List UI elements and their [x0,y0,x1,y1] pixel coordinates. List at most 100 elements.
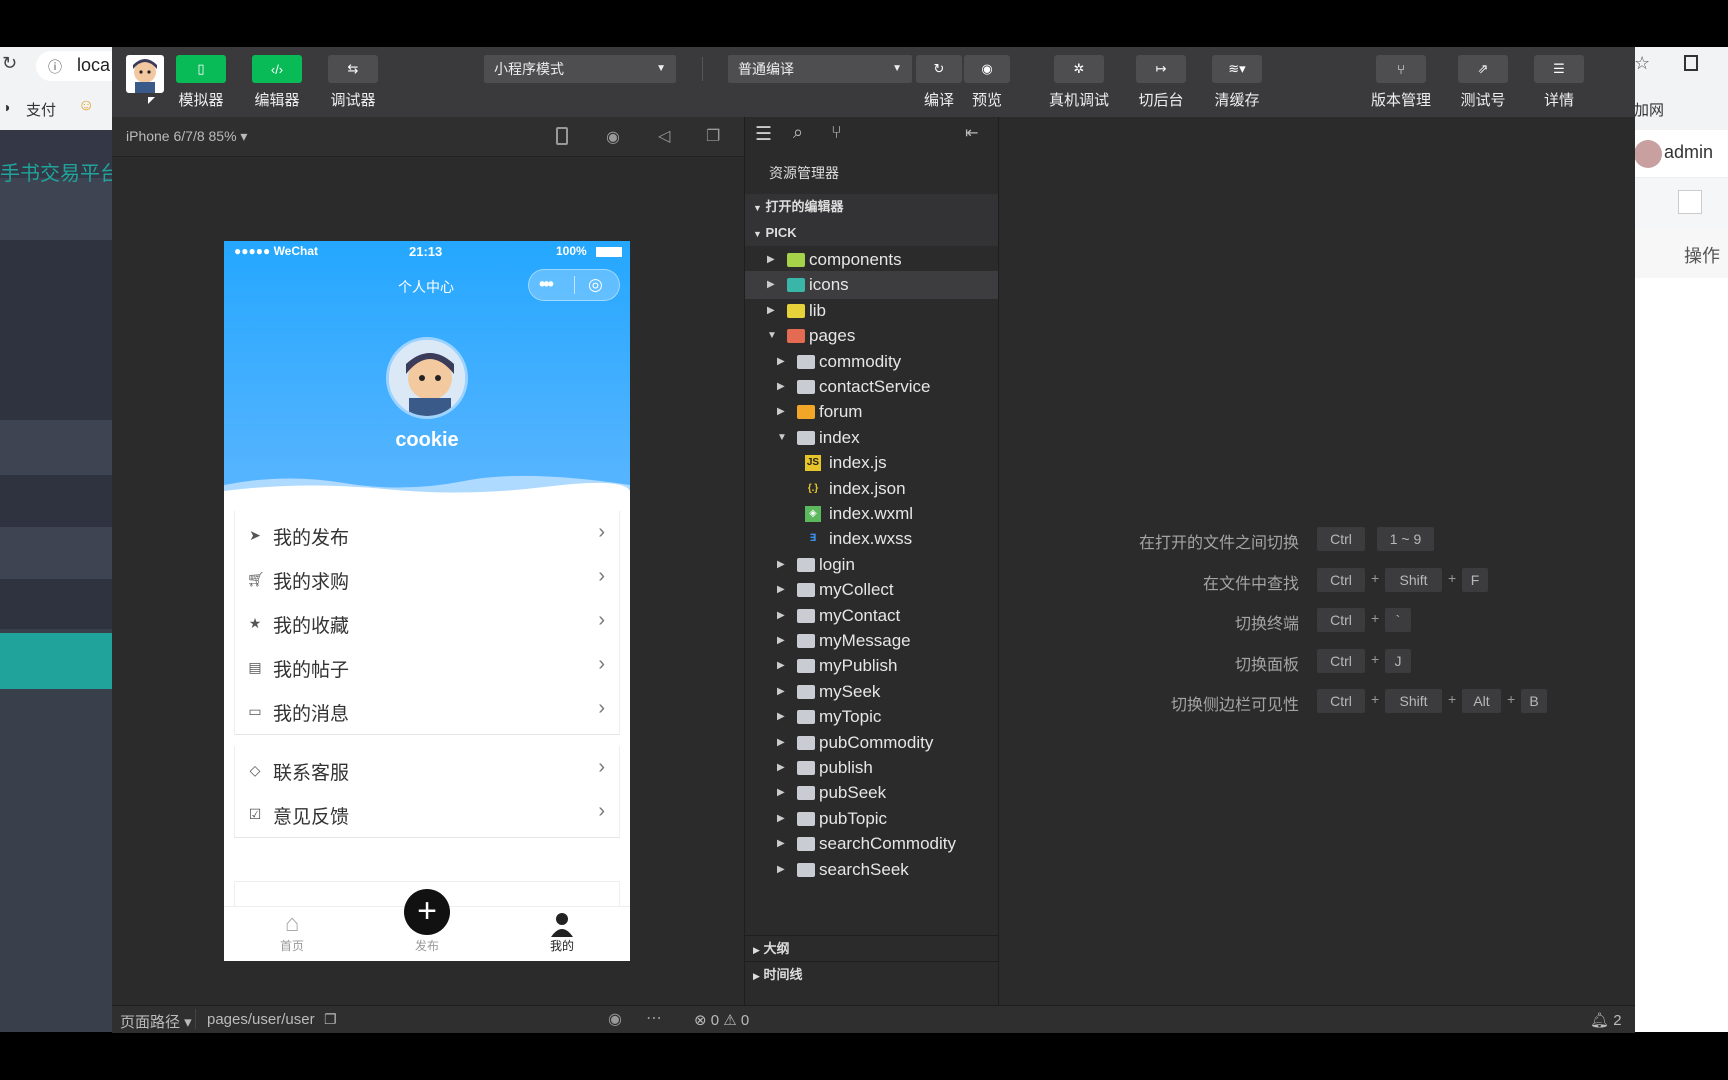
tree-item[interactable]: ▶ login [745,551,999,579]
chevron-right-icon: › [598,800,605,822]
project-section[interactable]: ▼ PICK [745,220,999,246]
menu-item[interactable]: 🛒︎ 我的求购 › [234,555,620,603]
tree-item[interactable]: {.} index.json [745,475,999,503]
collapse-sidebar-icon[interactable]: ⇤ [965,123,978,143]
tree-item[interactable]: ▶ myTopic [745,703,999,731]
tree-item[interactable]: ▶ myPublish [745,652,999,680]
menu-item[interactable]: ▭ 我的消息 › [234,687,620,735]
wxss-file-icon: ∃ [809,533,817,545]
tree-item[interactable]: ▶ myContact [745,602,999,630]
tree-item[interactable]: ▶ components [745,246,999,274]
grid-icon[interactable] [1678,190,1702,214]
menu-item[interactable]: ★ 我的收藏 › [234,599,620,647]
menu-item[interactable]: ▤ 我的帖子 › [234,643,620,691]
page-path-select[interactable]: 页面路径 ▾ [120,1011,192,1032]
tree-item[interactable]: ▶ forum [745,398,999,426]
sidebar-toggle-icon[interactable] [1684,55,1698,71]
menu-item[interactable]: ➤ 我的发布 › [234,511,620,559]
tree-item[interactable]: ▶ commodity [745,348,999,376]
notification-count: 2 [1613,1012,1622,1029]
message-icon: ▭ [248,703,262,719]
open-editors-section[interactable]: ▼ 打开的编辑器 [745,194,999,220]
list-icon[interactable]: ☰ [755,123,772,146]
real-device-debug-button[interactable]: ✲ [1054,55,1104,83]
more-icon[interactable]: ••• [539,274,554,295]
search-icon[interactable]: ⌕ [793,122,803,143]
project-label: PICK [765,225,797,240]
tree-item-label: index [819,427,860,447]
tree-item[interactable]: ◈ index.wxml [745,500,999,528]
test-account-button[interactable]: ⇗ [1458,55,1508,83]
problems-indicator[interactable]: ⊗ 0 ⚠ 0 [694,1011,749,1029]
menu-item[interactable]: ☑ 意见反馈 › [234,790,620,838]
capsule-menu: ••• ◎ [528,269,620,301]
user-avatar[interactable] [126,55,164,93]
details-button[interactable]: ☰ [1534,55,1584,83]
tree-item[interactable]: ▶ publish [745,754,999,782]
bookmark-icon[interactable]: ☺ [78,97,94,115]
publish-plus-icon[interactable]: + [404,889,450,935]
bg-sidebar-active[interactable] [0,633,112,689]
close-circle-icon[interactable]: ◎ [588,275,603,295]
editor-toggle-button[interactable]: ‹/› [252,55,302,83]
clear-cache-button[interactable]: ≋▾ [1212,55,1262,83]
mode-select[interactable]: 小程序模式 ▼ [484,55,676,83]
folder-icon [797,405,815,420]
tree-item[interactable]: ▶ pubCommodity [745,729,999,757]
device-icon[interactable] [556,127,568,145]
tree-item[interactable]: ▶ icons [745,271,999,300]
admin-avatar[interactable] [1634,140,1662,168]
volume-icon[interactable]: ◁ [658,126,670,146]
admin-name[interactable]: admin [1664,142,1713,163]
menu-item-label: 我的帖子 [273,660,350,681]
git-branch-icon[interactable]: ⑂ [831,122,842,143]
windows-icon[interactable]: ❐ [706,126,720,146]
tab-mine[interactable]: 我的 [534,911,590,961]
profile-avatar[interactable] [386,337,468,419]
tree-item[interactable]: ▼ pages [745,322,999,350]
bookmark-pay[interactable]: 支付 [26,99,56,120]
key-cap: ` [1385,608,1411,632]
status-carrier: ●●●●● WeChat [234,244,319,258]
tree-item-label: myContact [819,605,901,625]
outline-section[interactable]: ▶ 大纲 [745,935,999,961]
tree-item[interactable]: ▶ myMessage [745,627,999,655]
compile-button[interactable]: ↻ [916,55,962,83]
timeline-section[interactable]: ▶ 时间线 [745,961,999,987]
user-icon [551,913,573,937]
eye-icon[interactable]: ◉ [608,1009,622,1029]
tab-publish-label[interactable]: 发布 [399,937,455,954]
debugger-toggle-button[interactable]: ⇆ [328,55,378,83]
folder-icon [797,811,815,826]
caret-right-icon: ▶ [767,279,775,291]
details-label: 详情 [1543,92,1574,109]
tab-home[interactable]: ⌂ 首页 [264,911,320,961]
tree-item[interactable]: ▶ lib [745,297,999,325]
menu-item[interactable]: ◇ 联系客服 › [234,746,620,794]
device-select[interactable]: iPhone 6/7/8 85% ▾ [126,128,247,145]
compile-mode-select[interactable]: 普通编译 ▼ [728,55,912,83]
tree-item[interactable]: ▶ pubTopic [745,805,999,833]
tree-item[interactable]: ▶ pubSeek [745,779,999,807]
reload-icon[interactable]: ↻ [2,53,17,74]
tree-item[interactable]: ▶ myCollect [745,576,999,604]
tree-item[interactable]: ▶ mySeek [745,678,999,706]
version-button[interactable]: ⑂ [1376,55,1426,83]
tree-item[interactable]: JS index.js [745,449,999,477]
tree-item[interactable]: ∃ index.wxss [745,525,999,553]
bookmark-text[interactable]: 加网 [1634,99,1664,120]
folder-icon [797,710,815,725]
nav-title: 个人中心 [398,279,454,295]
star-bookmark-icon[interactable]: ☆ [1634,53,1650,74]
record-icon[interactable]: ◉ [606,127,620,147]
notifications[interactable]: 🔔︎ 2 [1590,1011,1622,1029]
tree-item[interactable]: ▶ searchCommodity [745,830,999,858]
simulator-toggle-button[interactable]: ▯ [176,55,226,83]
tree-item[interactable]: ▶ contactService [745,373,999,401]
more-icon[interactable]: ⋯ [646,1008,662,1028]
preview-button[interactable]: ◉ [964,55,1010,83]
background-button[interactable]: ↦ [1136,55,1186,83]
tree-item[interactable]: ▼ index [745,424,999,452]
copy-icon[interactable]: ❐ [324,1011,337,1028]
tree-item[interactable]: ▶ searchSeek [745,856,999,884]
